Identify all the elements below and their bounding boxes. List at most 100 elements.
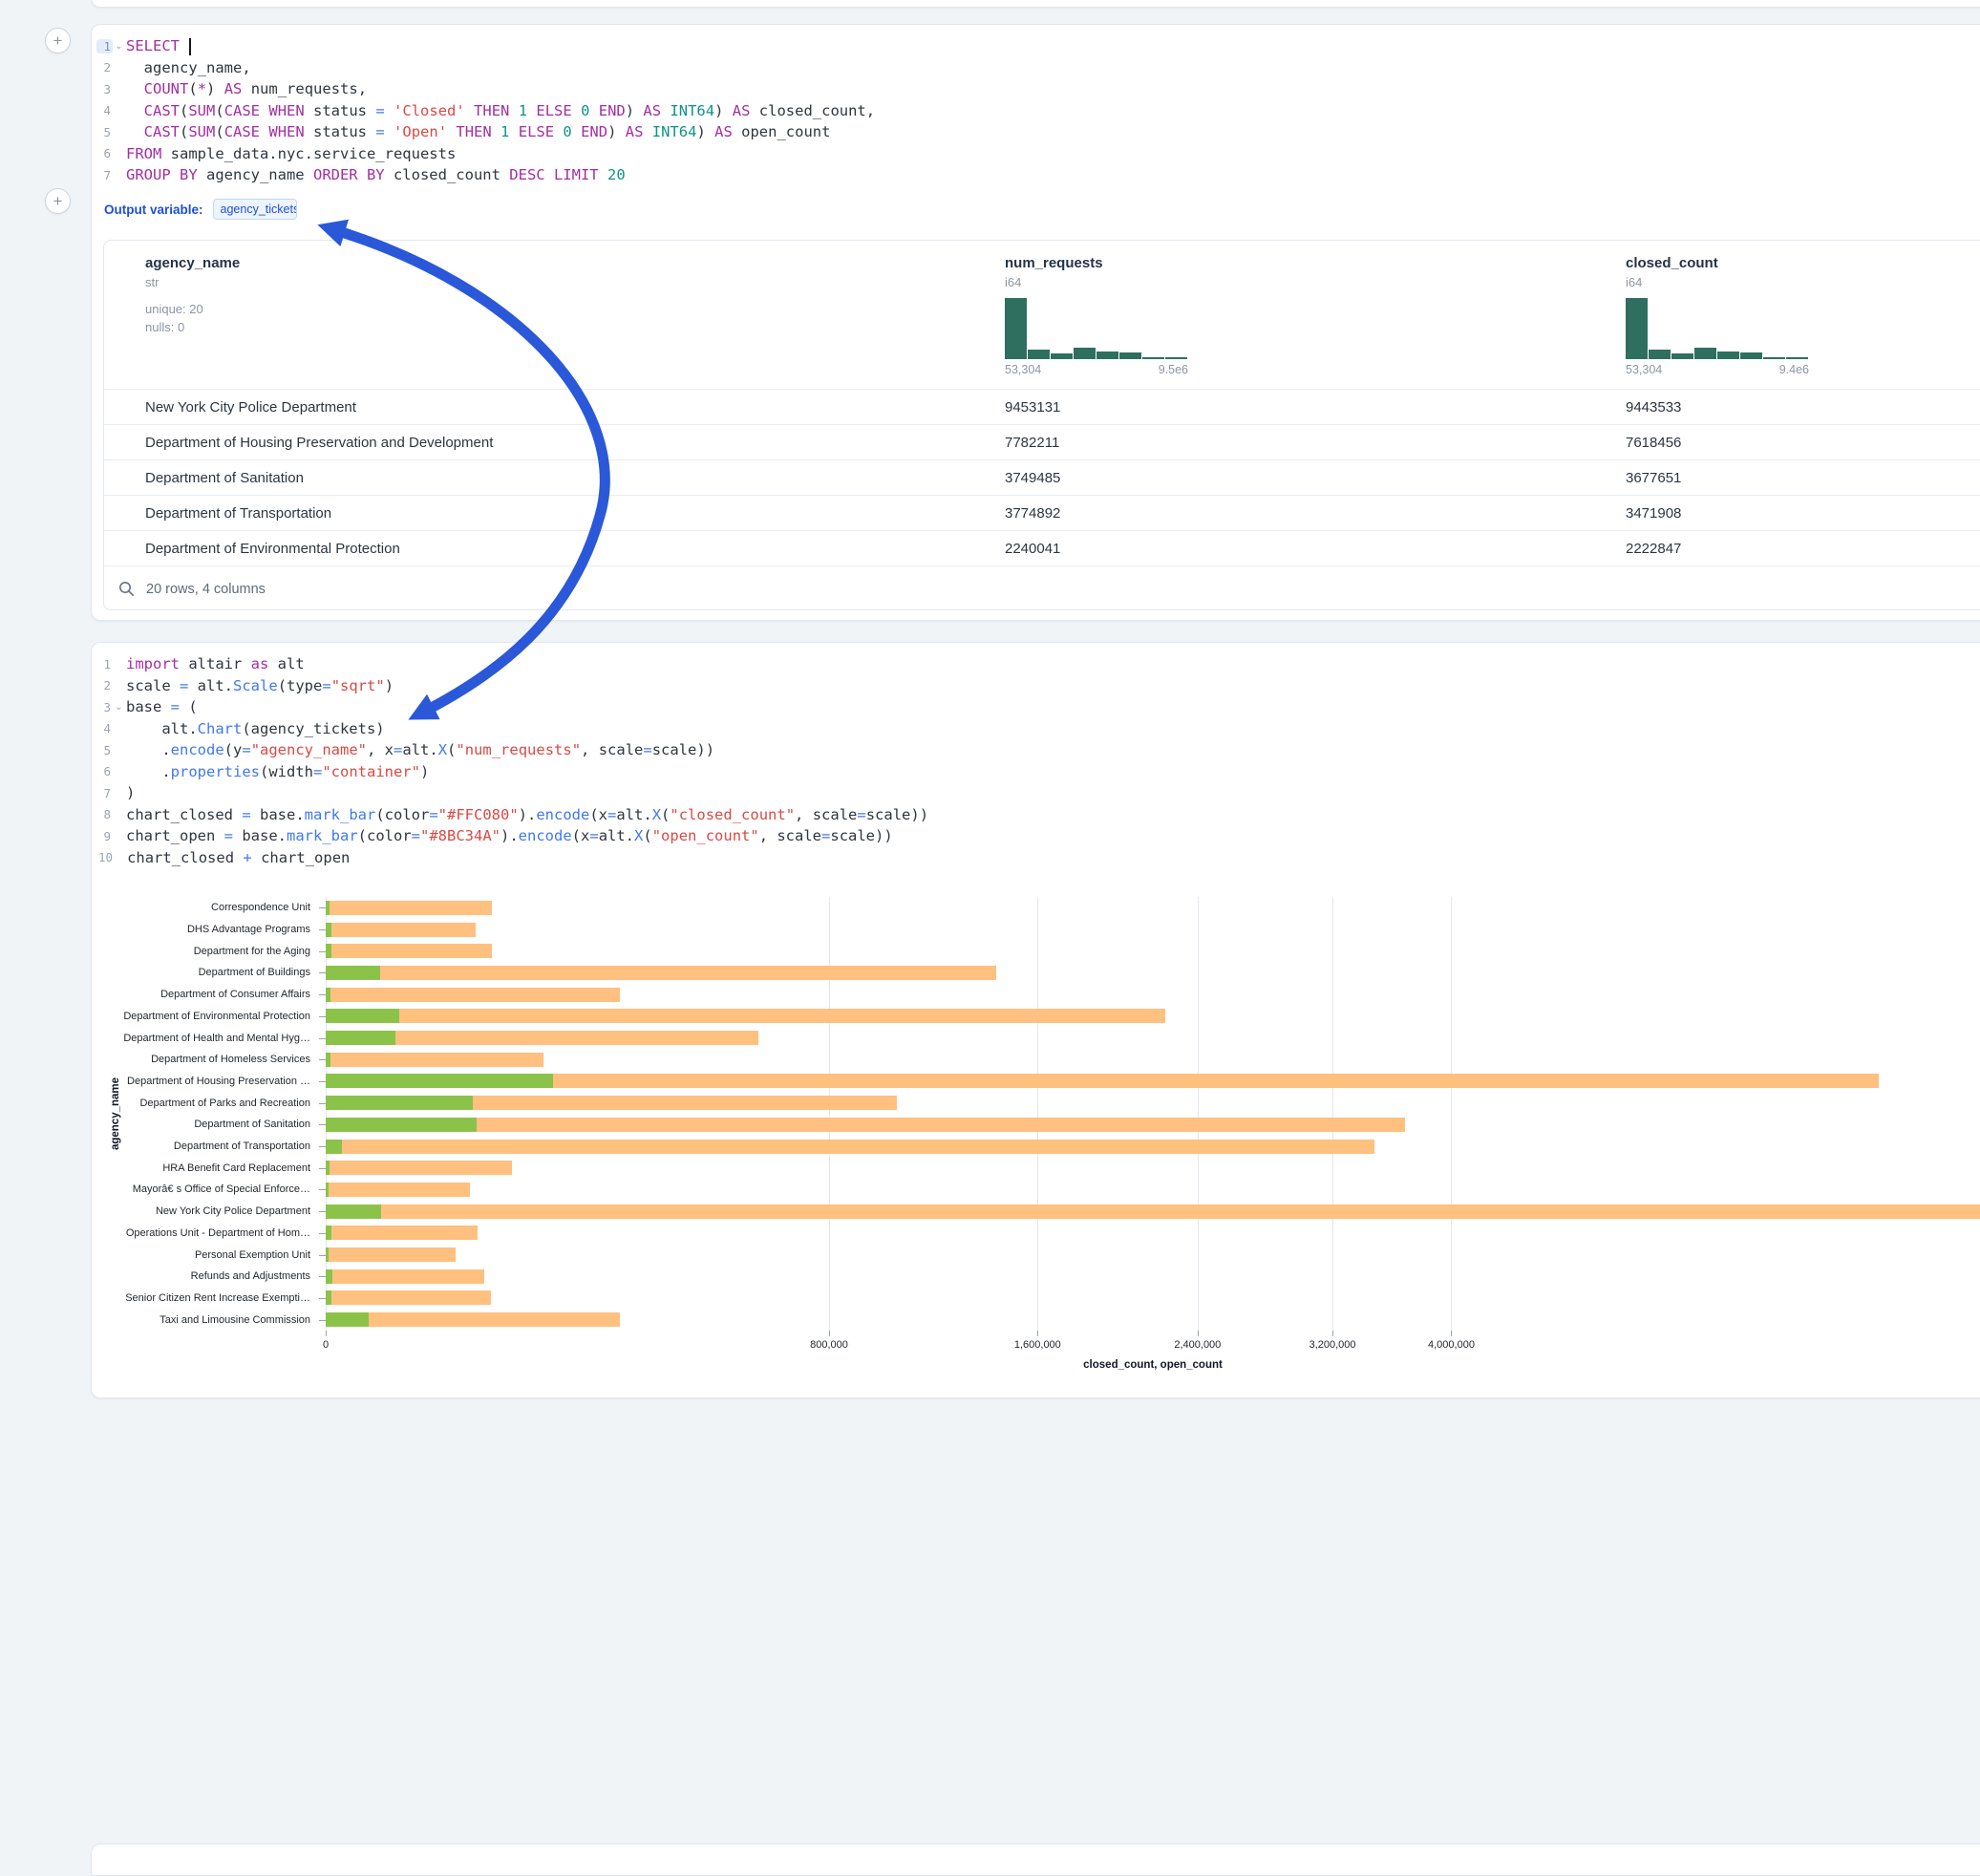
y-axis-label: Department of Buildings (199, 967, 310, 978)
histogram-bar (1005, 298, 1027, 359)
code-line[interactable]: 6 .properties(width="container") (92, 761, 1980, 783)
y-axis-label: Department of Sanitation (194, 1119, 310, 1130)
y-axis-tick (319, 1103, 326, 1104)
code-text: .properties(width="container") (126, 763, 429, 780)
table-cell: 2222847 (1626, 541, 1980, 557)
histogram-bar (1096, 352, 1118, 359)
table-cell: New York City Police Department (104, 399, 1005, 416)
bar-open_count (326, 988, 330, 1002)
gridline (326, 897, 327, 1331)
table-cell: Department of Environmental Protection (104, 541, 1005, 557)
sql-cell: 1⌄SELECT 2 agency_name,3 COUNT(*) AS num… (91, 24, 1980, 621)
line-number: 2 (96, 678, 113, 693)
code-line[interactable]: 3 COUNT(*) AS num_requests, (92, 78, 1980, 100)
y-axis-tick (319, 951, 326, 952)
y-axis-label: Department of Housing Preservation … (127, 1076, 310, 1087)
code-line[interactable]: 3⌄base = ( (92, 696, 1980, 718)
y-axis-tick (319, 1146, 326, 1147)
gridline (1332, 897, 1333, 1331)
bar-closed_count (326, 966, 996, 980)
x-tick-label: 800,000 (810, 1339, 848, 1351)
code-text: agency_name, (126, 59, 251, 76)
code-line[interactable]: 6FROM sample_data.nyc.service_requests (92, 143, 1980, 165)
code-line[interactable]: 1⌄SELECT (92, 35, 1980, 57)
column-histogram (1005, 298, 1188, 359)
column-header-agency-name[interactable]: agency_name str unique: 20 nulls: 0 (104, 241, 1005, 389)
code-line[interactable]: 2 scale = alt.Scale(type="sqrt") (92, 675, 1980, 697)
column-header-num-requests[interactable]: num_requests i64 53,304 9.5e6 (1005, 241, 1626, 389)
histogram-min-label: 53,304 (1626, 363, 1662, 376)
table-row[interactable]: Department of Housing Preservation and D… (104, 424, 1980, 459)
line-number: 9 (96, 829, 113, 843)
line-gutter: 2 (92, 60, 126, 75)
column-header-closed-count[interactable]: closed_count i64 53,304 9.4e6 (1626, 241, 1980, 389)
table-cell: 3749485 (1005, 470, 1626, 486)
code-line[interactable]: 9 chart_open = base.mark_bar(color="#8BC3… (92, 825, 1980, 847)
table-cell: 7618456 (1626, 435, 1980, 451)
fold-chevron-icon[interactable]: ⌄ (113, 702, 125, 713)
fold-chevron-icon[interactable]: ⌄ (113, 41, 125, 52)
y-axis-label: Department of Parks and Recreation (139, 1098, 310, 1109)
add-cell-button[interactable]: + (45, 28, 71, 53)
gridline (1037, 897, 1038, 1331)
line-number: 6 (96, 146, 113, 160)
bar-closed_count (326, 1247, 456, 1262)
search-icon[interactable] (118, 581, 135, 597)
line-number: 4 (96, 103, 113, 117)
line-gutter: 5 (92, 125, 126, 139)
code-text: COUNT(*) AS num_requests, (126, 80, 367, 97)
code-line[interactable]: 5 CAST(SUM(CASE WHEN status = 'Open' THE… (92, 121, 1980, 143)
python-editor[interactable]: 1import altair as alt 2 scale = alt.Scale(… (92, 643, 1980, 868)
code-text: base = ( (126, 698, 198, 715)
code-line[interactable]: 10chart_closed + chart_open (92, 847, 1980, 869)
y-axis-label: Department of Consumer Affairs (160, 989, 310, 1000)
gridline (829, 897, 830, 1331)
y-axis-label: Correspondence Unit (211, 902, 310, 913)
y-axis-tick (319, 1276, 326, 1277)
bar-closed_count (326, 1118, 1405, 1132)
y-axis-tick (319, 1189, 326, 1190)
code-line[interactable]: 4 CAST(SUM(CASE WHEN status = 'Closed' T… (92, 100, 1980, 122)
y-axis-tick (319, 1038, 326, 1039)
table-row[interactable]: Department of Sanitation37494853677651 (104, 459, 1980, 495)
add-cell-button[interactable]: + (45, 188, 71, 214)
table-header: agency_name str unique: 20 nulls: 0 num_… (104, 241, 1980, 389)
bar-open_count (326, 1247, 329, 1262)
y-axis-label: Department of Environmental Protection (123, 1011, 310, 1022)
bar-open_count (326, 1118, 477, 1132)
x-axis-tick (1451, 1331, 1452, 1336)
code-line[interactable]: 2 agency_name, (92, 57, 1980, 79)
code-text: alt.Chart(agency_tickets) (126, 720, 385, 737)
line-gutter: 1 (92, 657, 126, 672)
y-axis-label: Department of Health and Mental Hyg… (123, 1033, 310, 1044)
x-tick-label: 4,000,000 (1428, 1339, 1475, 1351)
sql-editor[interactable]: 1⌄SELECT 2 agency_name,3 COUNT(*) AS num… (92, 25, 1980, 186)
bar-open_count (326, 1074, 553, 1088)
table-row[interactable]: Department of Transportation377489234719… (104, 495, 1980, 530)
bar-closed_count (326, 1140, 1374, 1154)
table-row[interactable]: Department of Environmental Protection 22… (104, 530, 1980, 565)
code-text: scale = alt.Scale(type="sqrt") (126, 677, 394, 694)
code-line[interactable]: 7GROUP BY agency_name ORDER BY closed_co… (92, 164, 1980, 186)
code-line[interactable]: 7) (92, 782, 1980, 804)
column-meta-nulls: nulls: 0 (145, 318, 1005, 336)
y-axis-tick (319, 929, 326, 930)
y-axis-label: Personal Exemption Unit (195, 1249, 310, 1261)
output-variable-badge[interactable]: agency_tickets (213, 199, 297, 220)
table-row[interactable]: New York City Police Department945313194… (104, 389, 1980, 424)
chart-y-axis-labels: Correspondence UnitDHS Advantage Program… (92, 897, 317, 1331)
code-line[interactable]: 5 .encode(y="agency_name", x=alt.X("num_… (92, 739, 1980, 761)
code-line[interactable]: 4 alt.Chart(agency_tickets) (92, 718, 1980, 740)
y-axis-tick (319, 1059, 326, 1060)
chart-y-ticks (319, 897, 326, 1331)
code-text: chart_open = base.mark_bar(color="#8BC34… (126, 827, 893, 844)
code-line[interactable]: 8chart_closed = base.mark_bar(color="#FF… (92, 804, 1980, 826)
chart-plot-area (326, 897, 1980, 1331)
code-line[interactable]: 1import altair as alt (92, 653, 1980, 675)
line-number: 1 (96, 39, 113, 53)
line-number: 5 (96, 743, 113, 757)
line-number: 5 (96, 125, 113, 139)
table-cell: Department of Transportation (104, 505, 1005, 522)
table-cell: 9443533 (1626, 399, 1980, 416)
line-gutter: 8 (92, 807, 126, 821)
